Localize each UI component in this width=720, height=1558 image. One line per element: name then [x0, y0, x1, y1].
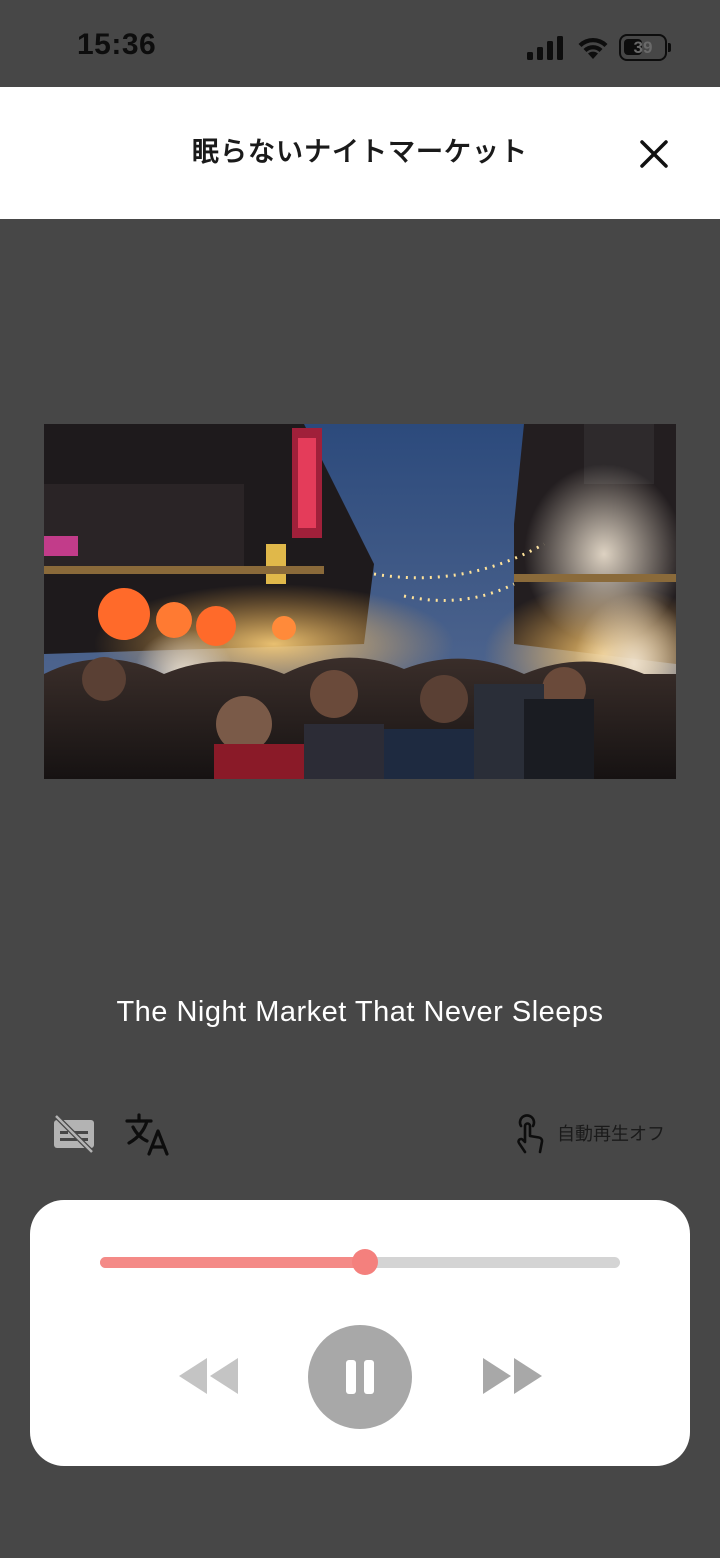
header-bar: 眠らないナイトマーケット [0, 87, 720, 219]
subtitle-text: The Night Market That Never Sleeps [116, 996, 604, 1028]
progress-slider[interactable] [100, 1249, 620, 1275]
battery-icon: 39 [619, 34, 671, 61]
signal-icon [527, 36, 563, 60]
progress-fill [100, 1257, 366, 1268]
subtitles-off-icon[interactable] [52, 1114, 96, 1154]
battery-tip [668, 43, 671, 52]
pause-icon [346, 1360, 356, 1394]
rewind-icon[interactable] [176, 1352, 242, 1400]
close-icon[interactable] [632, 132, 676, 176]
pause-button[interactable] [308, 1325, 412, 1429]
progress-thumb[interactable] [352, 1249, 379, 1275]
translate-icon[interactable] [124, 1112, 172, 1156]
battery-level: 39 [633, 38, 653, 57]
autoplay-toggle[interactable]: 自動再生オフ [512, 1112, 672, 1156]
status-time: 15:36 [77, 28, 157, 61]
wifi-icon [578, 37, 608, 59]
lesson-player-screen: 15:36 39 眠らないナイトマーケット The Night Market T… [0, 0, 720, 1558]
page-title: 眠らないナイトマーケット [192, 137, 528, 168]
lesson-image [44, 424, 676, 779]
player-controls-card [30, 1200, 690, 1466]
autoplay-label: 自動再生オフ [557, 1124, 665, 1145]
pause-icon-bar [364, 1360, 374, 1394]
fast-forward-icon[interactable] [479, 1352, 545, 1400]
touch-icon [517, 1114, 544, 1154]
status-bar: 15:36 39 [0, 0, 720, 87]
night-market-image [44, 424, 676, 779]
